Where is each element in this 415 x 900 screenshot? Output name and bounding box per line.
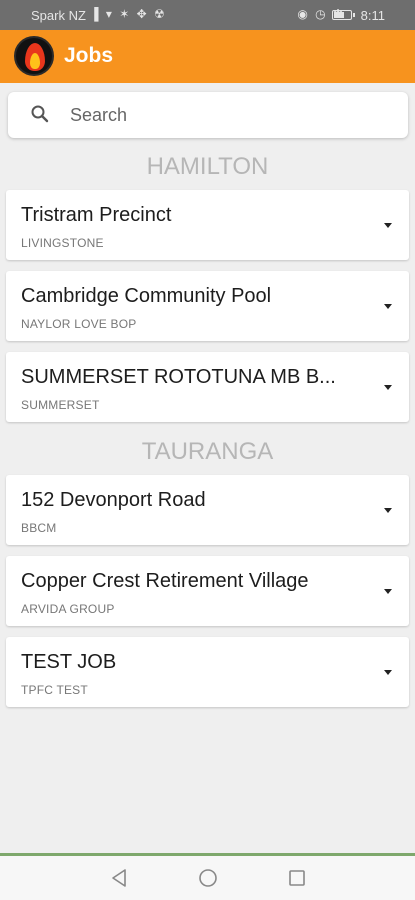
job-client: TPFC TEST [21, 683, 88, 697]
job-name: Tristram Precinct [21, 204, 172, 226]
job-name: Copper Crest Retirement Village [21, 570, 309, 592]
search-input[interactable] [70, 101, 390, 129]
job-card[interactable]: 152 Devonport Road BBCM [6, 475, 409, 545]
back-icon[interactable] [110, 868, 130, 888]
page-title: Jobs [64, 44, 114, 67]
caret-down-icon[interactable] [383, 220, 393, 230]
job-client: LIVINGSTONE [21, 236, 104, 250]
job-card[interactable]: SUMMERSET ROTOTUNA MB B... SUMMERSET [6, 352, 409, 422]
group-header: TAURANGA [141, 438, 274, 465]
job-name: 152 Devonport Road [21, 489, 206, 511]
carrier-name: Spark NZ [31, 8, 86, 23]
job-name: SUMMERSET ROTOTUNA MB B... [21, 366, 336, 388]
status-bar: Spark NZ ▐ ▾ ✶ ✥ ☢ ◉ ◷ ✱ 8:11 [0, 0, 415, 30]
job-name: TEST JOB [21, 651, 117, 673]
home-icon[interactable] [198, 868, 218, 888]
app-bar: Jobs [0, 30, 415, 83]
signal-wifi-icons: ▐ ▾ ✶ ✥ ☢ [90, 7, 167, 21]
search-icon [31, 105, 49, 123]
job-client: ARVIDA GROUP [21, 602, 115, 616]
caret-down-icon[interactable] [383, 667, 393, 677]
fire-logo-icon [14, 36, 54, 76]
job-name: Cambridge Community Pool [21, 285, 272, 307]
caret-down-icon[interactable] [383, 586, 393, 596]
battery-icon [332, 10, 355, 20]
job-client: BBCM [21, 521, 57, 535]
job-card[interactable]: Copper Crest Retirement Village ARVIDA GR… [6, 556, 409, 626]
job-card[interactable]: Tristram Precinct LIVINGSTONE [6, 190, 409, 260]
job-client: SUMMERSET [21, 398, 100, 412]
caret-down-icon[interactable] [383, 301, 393, 311]
system-nav-bar [0, 853, 415, 900]
search-bar[interactable] [8, 92, 408, 138]
job-card[interactable]: TEST JOB TPFC TEST [6, 637, 409, 707]
battery-level [334, 12, 344, 18]
caret-down-icon[interactable] [383, 505, 393, 515]
caret-down-icon[interactable] [383, 382, 393, 392]
job-client: NAYLOR LOVE BOP [21, 317, 137, 331]
recents-icon[interactable] [287, 868, 307, 888]
group-header: HAMILTON [146, 153, 269, 180]
jobs-list: HAMILTON Tristram Precinct LIVINGSTONE Camb… [0, 148, 415, 718]
job-card[interactable]: Cambridge Community Pool NAYLOR LOVE BOP [6, 271, 409, 341]
status-time: 8:11 [360, 8, 385, 23]
